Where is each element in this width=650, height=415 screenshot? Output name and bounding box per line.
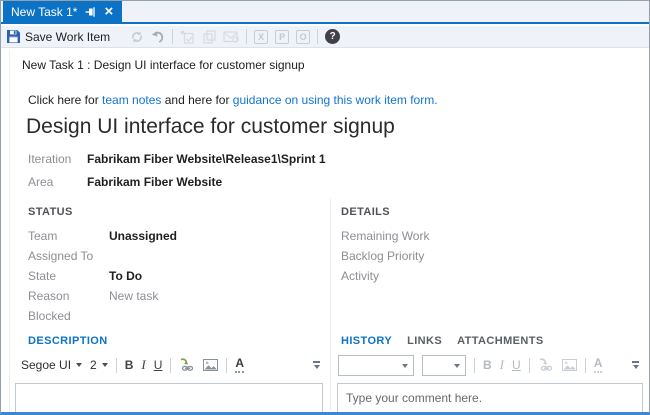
description-format-toolbar: Segoe UI 2 B I U A <box>21 352 324 378</box>
tab-strip: New Task 1* × <box>1 1 649 24</box>
details-section-header: DETAILS <box>341 206 390 218</box>
insert-link-icon-disabled <box>538 358 554 372</box>
state-value[interactable]: To Do <box>109 269 142 283</box>
undo-icon[interactable] <box>151 30 165 44</box>
tab-links[interactable]: LINKS <box>407 335 442 347</box>
reason-value[interactable]: New task <box>109 289 158 303</box>
description-editor[interactable] <box>15 383 323 413</box>
toolbar-separator <box>585 358 586 373</box>
font-size-value: 2 <box>90 358 97 372</box>
work-item-title[interactable]: Design UI interface for customer signup <box>26 115 395 139</box>
insert-image-icon[interactable] <box>203 359 218 371</box>
chevron-down-icon <box>454 364 460 368</box>
font-family-value: Segoe UI <box>21 358 71 372</box>
state-label: State <box>28 269 56 283</box>
toolbar-separator <box>116 358 117 373</box>
area-value[interactable]: Fabrikam Fiber Website <box>87 175 222 189</box>
work-item-form: New Task 1 : Design UI interface for cus… <box>1 49 649 412</box>
area-label: Area <box>28 175 53 189</box>
save-work-item-button[interactable]: Save Work Item <box>7 30 110 44</box>
tab-attachments[interactable]: ATTACHMENTS <box>457 335 543 347</box>
toolbar-overflow-icon[interactable] <box>313 361 320 369</box>
column-divider <box>330 199 331 410</box>
refresh-icon[interactable] <box>130 30 144 44</box>
open-in-project-icon[interactable]: P <box>275 30 289 44</box>
italic-button[interactable]: I <box>141 357 145 373</box>
copy-work-item-icon[interactable] <box>202 30 216 44</box>
toolbar-separator <box>474 358 475 373</box>
remaining-work-label: Remaining Work <box>341 229 429 243</box>
open-in-outlook-icon[interactable]: O <box>296 30 310 44</box>
pin-icon[interactable] <box>85 6 96 18</box>
help-icon[interactable]: ? <box>325 29 340 44</box>
toolbar-separator <box>246 29 247 44</box>
underline-button-disabled: U <box>512 358 521 372</box>
bold-button-disabled: B <box>483 358 492 372</box>
chevron-down-icon <box>102 363 108 367</box>
status-section-header: STATUS <box>28 206 73 218</box>
iteration-label: Iteration <box>28 152 71 166</box>
assigned-to-label: Assigned To <box>28 249 93 263</box>
toolbar-separator <box>226 358 227 373</box>
history-format-toolbar: B I U A <box>338 352 643 378</box>
comment-input[interactable] <box>337 383 643 413</box>
chevron-down-icon <box>76 363 82 367</box>
italic-button-disabled: I <box>500 357 504 373</box>
open-in-excel-icon[interactable]: X <box>254 30 268 44</box>
reason-label: Reason <box>28 289 69 303</box>
toolbar-separator <box>170 358 171 373</box>
bold-button[interactable]: B <box>125 358 134 372</box>
email-work-item-icon[interactable] <box>223 30 239 43</box>
main-toolbar: Save Work Item X P O ? <box>1 26 649 48</box>
save-button-label: Save Work Item <box>25 30 110 44</box>
save-icon <box>7 30 20 43</box>
description-section-header: DESCRIPTION <box>28 335 108 347</box>
tab-title: New Task 1* <box>11 5 77 19</box>
history-tab-strip: HISTORY LINKS ATTACHMENTS <box>341 335 544 347</box>
new-linked-work-item-icon[interactable] <box>180 30 195 44</box>
toolbar-separator <box>529 358 530 373</box>
toolbar-overflow-icon[interactable] <box>632 361 639 369</box>
tab-history[interactable]: HISTORY <box>341 335 392 347</box>
team-value[interactable]: Unassigned <box>109 229 177 243</box>
work-item-window: New Task 1* × Save Work Item <box>0 0 650 415</box>
toolbar-separator <box>317 29 318 44</box>
tab-new-task[interactable]: New Task 1* × <box>3 1 122 22</box>
notes-middle: and here for <box>161 93 232 107</box>
insert-image-icon-disabled <box>562 359 577 371</box>
guidance-link[interactable]: guidance on using this work item form. <box>233 93 438 107</box>
history-font-family-combo[interactable] <box>338 355 414 376</box>
team-notes-line: Click here for team notes and here for g… <box>28 93 438 107</box>
history-font-size-combo[interactable] <box>422 355 466 376</box>
close-icon[interactable]: × <box>104 4 113 19</box>
blocked-label: Blocked <box>28 309 71 323</box>
toolbar-separator <box>172 29 173 44</box>
underline-button[interactable]: U <box>154 358 163 372</box>
notes-prefix: Click here for <box>28 93 102 107</box>
activity-label: Activity <box>341 269 379 283</box>
insert-link-icon[interactable] <box>179 358 195 372</box>
font-size-dropdown[interactable]: 2 <box>90 358 108 372</box>
team-notes-link[interactable]: team notes <box>102 93 161 107</box>
work-item-header-text: New Task 1 : Design UI interface for cus… <box>22 58 305 72</box>
font-color-icon[interactable]: A <box>235 357 244 372</box>
iteration-value[interactable]: Fabrikam Fiber Website\Release1\Sprint 1 <box>87 152 326 166</box>
font-color-icon-disabled: A <box>594 357 603 372</box>
chevron-down-icon <box>402 364 408 368</box>
left-gutter-line <box>9 49 10 412</box>
backlog-priority-label: Backlog Priority <box>341 249 424 263</box>
team-label: Team <box>28 229 57 243</box>
font-family-dropdown[interactable]: Segoe UI <box>21 358 82 372</box>
